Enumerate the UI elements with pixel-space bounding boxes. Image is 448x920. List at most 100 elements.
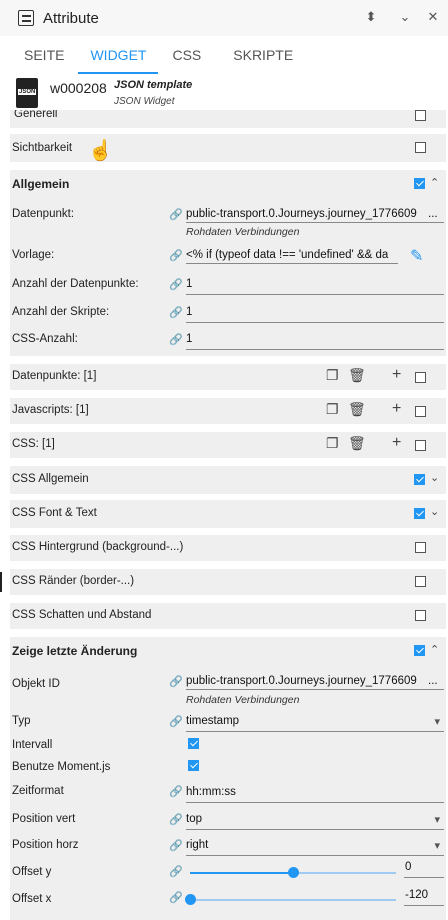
intervall-checkbox[interactable]: [188, 738, 199, 749]
offset-y-input[interactable]: 0: [405, 861, 411, 873]
section-css-schatten[interactable]: CSS Schatten und Abstand: [10, 603, 446, 629]
position-horz-select[interactable]: right: [186, 839, 444, 855]
copy-icon[interactable]: ❐: [326, 367, 339, 384]
tab-widget[interactable]: WIDGET: [78, 36, 159, 74]
title-bar: Attribute ⬍ ⌄ ✕: [0, 0, 448, 36]
collapse-icon[interactable]: ⌄: [396, 9, 414, 25]
objekt-id-description: Rohdaten Verbindungen: [186, 694, 300, 706]
section-datenpunkte[interactable]: Datenpunkte: [1] ❐ 🗑 +: [10, 364, 446, 390]
tab-css[interactable]: CSS: [160, 36, 213, 74]
section-css-hintergrund[interactable]: CSS Hintergrund (background-...): [10, 535, 446, 561]
field-label: Intervall: [12, 739, 53, 751]
anzahl-skripte-input[interactable]: 1: [186, 306, 192, 318]
link-icon: 🔗: [169, 814, 183, 826]
section-sichtbarkeit[interactable]: Sichtbarkeit: [10, 134, 446, 162]
more-button[interactable]: ...: [428, 675, 438, 687]
underline: [186, 731, 444, 732]
chevron-up-icon[interactable]: ⌃: [430, 643, 439, 656]
section-title: CSS Allgemein: [12, 473, 89, 485]
section-javascripts[interactable]: Javascripts: [1] ❐ 🗑 +: [10, 398, 446, 424]
delete-icon[interactable]: 🗑: [348, 367, 366, 384]
add-icon[interactable]: +: [392, 366, 401, 384]
datenpunkt-description: Rohdaten Verbindungen: [186, 226, 300, 238]
edit-pencil-icon[interactable]: ✎: [410, 246, 423, 266]
typ-select[interactable]: timestamp: [186, 715, 444, 731]
field-label: Position vert: [12, 813, 76, 825]
widget-type: JSON template: [114, 79, 193, 91]
underline: [186, 802, 444, 803]
link-icon: 🔗: [169, 676, 183, 688]
offset-x-slider-thumb[interactable]: [185, 894, 196, 905]
copy-icon[interactable]: ❐: [326, 401, 339, 418]
offset-y-slider-thumb[interactable]: [288, 867, 299, 878]
delete-icon[interactable]: 🗑: [348, 435, 366, 452]
section-checkbox[interactable]: [414, 508, 425, 519]
section-checkbox[interactable]: [415, 610, 426, 621]
moment-checkbox[interactable]: [188, 760, 199, 771]
field-label: Vorlage:: [12, 249, 55, 261]
objekt-id-input[interactable]: public-transport.0.Journeys.journey_1776…: [186, 675, 426, 687]
underline: [404, 905, 444, 906]
section-checkbox[interactable]: [415, 372, 426, 383]
section-allgemein: Allgemein ⌃ Datenpunkt: 🔗 public-transpo…: [10, 170, 446, 356]
section-title: CSS: [1]: [12, 438, 55, 450]
section-title: Javascripts: [1]: [12, 404, 89, 416]
css-anzahl-input[interactable]: 1: [186, 333, 192, 345]
add-icon[interactable]: +: [392, 400, 401, 418]
hand-cursor-icon: ☝: [88, 140, 113, 162]
vorlage-input[interactable]: <% if (typeof data !== 'undefined' && da: [186, 249, 392, 261]
section-css[interactable]: CSS: [1] ❐ 🗑 +: [10, 432, 446, 458]
chevron-down-icon[interactable]: ⌄: [430, 471, 439, 484]
tab-skripte[interactable]: SKRIPTE: [221, 36, 305, 74]
section-checkbox[interactable]: [415, 110, 426, 121]
widget-info: JSON w000208 JSON template JSON Widget: [0, 76, 448, 110]
section-title: Sichtbarkeit: [12, 142, 73, 154]
section-checkbox[interactable]: [415, 576, 426, 587]
window-title: Attribute: [43, 9, 99, 27]
anzahl-datenpunkte-input[interactable]: 1: [186, 278, 192, 290]
underline: [186, 855, 444, 856]
expand-icon[interactable]: ⬍: [362, 9, 380, 25]
tab-seite[interactable]: SEITE: [12, 36, 76, 74]
list-icon: [18, 10, 34, 26]
section-checkbox[interactable]: [414, 474, 425, 485]
field-label: Benutze Moment.js: [12, 761, 111, 773]
add-icon[interactable]: +: [392, 434, 401, 452]
section-css-font[interactable]: CSS Font & Text ⌄: [10, 500, 446, 528]
section-checkbox[interactable]: [414, 178, 425, 189]
field-label: Typ: [12, 715, 31, 727]
section-header[interactable]: Allgemein: [10, 170, 69, 198]
position-vert-select[interactable]: top: [186, 813, 444, 829]
copy-icon[interactable]: ❐: [326, 435, 339, 452]
json-file-icon: JSON: [16, 78, 38, 108]
offset-x-slider-track[interactable]: [190, 899, 396, 901]
section-title: CSS Hintergrund (background-...): [12, 541, 184, 553]
more-button[interactable]: ...: [428, 208, 438, 220]
chevron-up-icon[interactable]: ⌃: [430, 176, 439, 189]
link-icon: 🔗: [169, 892, 183, 904]
section-checkbox[interactable]: [414, 645, 425, 656]
zeitformat-input[interactable]: hh:mm:ss: [186, 786, 236, 798]
field-label: Objekt ID: [12, 678, 60, 690]
section-css-allgemein[interactable]: CSS Allgemein ⌄: [10, 466, 446, 494]
section-css-raender[interactable]: CSS Ränder (border-...): [10, 569, 446, 595]
close-icon[interactable]: ✕: [424, 9, 442, 25]
underline: [186, 322, 444, 323]
underline: [186, 829, 444, 830]
link-icon: 🔗: [169, 840, 183, 852]
section-checkbox[interactable]: [415, 440, 426, 451]
datenpunkt-input[interactable]: public-transport.0.Journeys.journey_1776…: [186, 208, 426, 220]
section-checkbox[interactable]: [415, 406, 426, 417]
chevron-down-icon[interactable]: ⌄: [430, 505, 439, 518]
underline: [186, 222, 444, 223]
field-label: Position horz: [12, 839, 79, 851]
underline: [404, 877, 444, 878]
section-header[interactable]: Zeige letzte Änderung: [10, 637, 137, 665]
widget-subtitle: JSON Widget: [114, 96, 175, 107]
link-icon: 🔗: [169, 716, 183, 728]
underline: [186, 263, 398, 264]
section-checkbox[interactable]: [415, 542, 426, 553]
delete-icon[interactable]: 🗑: [348, 401, 366, 418]
section-checkbox[interactable]: [415, 142, 426, 153]
offset-x-input[interactable]: -120: [405, 889, 428, 901]
